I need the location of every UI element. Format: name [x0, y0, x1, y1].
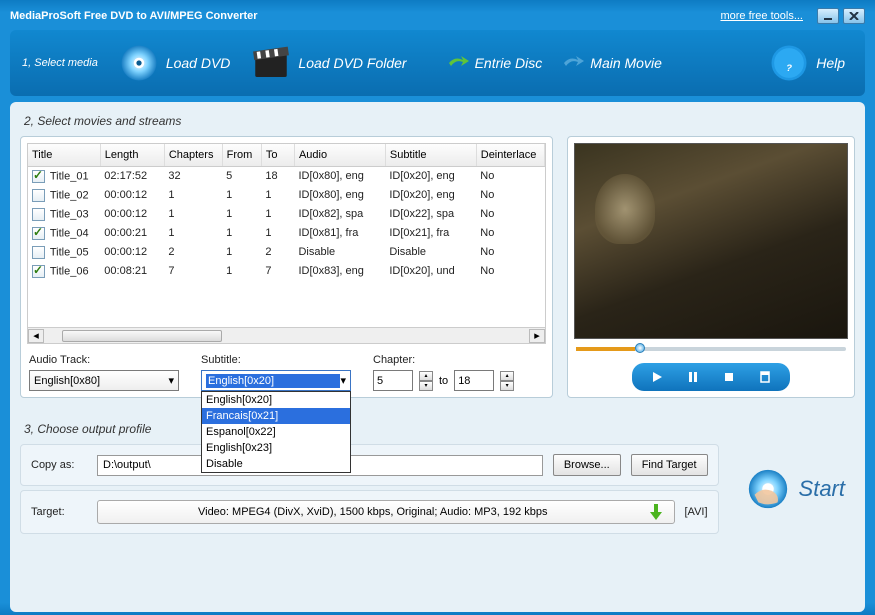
row-checkbox[interactable] [32, 170, 45, 183]
arrow-right-icon [447, 54, 469, 72]
find-target-button[interactable]: Find Target [631, 454, 708, 476]
video-preview[interactable] [574, 143, 848, 339]
table-row[interactable]: Title_0102:17:5232518ID[0x80], engID[0x2… [28, 166, 545, 186]
playback-slider[interactable] [576, 347, 846, 351]
snapshot-button[interactable] [754, 368, 776, 386]
row-checkbox[interactable] [32, 227, 45, 240]
titles-table: TitleLengthChaptersFromToAudioSubtitleDe… [28, 144, 545, 281]
disc-icon [118, 42, 160, 84]
to-label: to [439, 375, 448, 387]
help-icon: ? [768, 42, 810, 84]
app-title: MediaProSoft Free DVD to AVI/MPEG Conver… [10, 10, 258, 22]
subtitle-label: Subtitle: [201, 354, 351, 366]
subtitle-dropdown-list[interactable]: English[0x20]Francais[0x21]Espanol[0x22]… [201, 391, 351, 473]
column-header[interactable]: To [261, 144, 294, 166]
container-label: [AVI] [685, 506, 708, 518]
dropdown-option[interactable]: English[0x23] [202, 440, 350, 456]
spin-down-icon[interactable]: ▾ [419, 381, 433, 391]
column-header[interactable]: Audio [294, 144, 385, 166]
target-profile-combo[interactable]: Video: MPEG4 (DivX, XviD), 1500 kbps, Or… [97, 500, 675, 524]
toolbar: 1, Select media Load DVD Load DVD Folder… [10, 30, 865, 96]
table-row[interactable]: Title_0400:00:21111ID[0x81], fraID[0x21]… [28, 224, 545, 243]
pause-button[interactable] [682, 368, 704, 386]
spin-up-icon[interactable]: ▴ [500, 371, 514, 381]
stream-controls: Audio Track: English[0x80] ▾ Subtitle: E… [27, 354, 546, 391]
preview-panel [567, 136, 855, 398]
play-button[interactable] [646, 368, 668, 386]
browse-button[interactable]: Browse... [553, 454, 621, 476]
entire-disc-button[interactable]: Entrie Disc [439, 54, 551, 72]
disc-hand-icon [745, 466, 791, 512]
chevron-down-icon: ▾ [168, 374, 174, 387]
chevron-down-icon: ▾ [340, 374, 346, 387]
player-controls [632, 363, 790, 391]
svg-text:?: ? [786, 63, 792, 74]
table-row[interactable]: Title_0600:08:21717ID[0x83], engID[0x20]… [28, 262, 545, 281]
horizontal-scrollbar[interactable]: ◂ ▸ [28, 327, 545, 343]
audio-track-combo[interactable]: English[0x80] ▾ [29, 370, 179, 391]
column-header[interactable]: From [222, 144, 261, 166]
row-checkbox[interactable] [32, 246, 45, 259]
main-movie-button[interactable]: Main Movie [554, 54, 670, 72]
column-header[interactable]: Chapters [164, 144, 222, 166]
row-checkbox[interactable] [32, 189, 45, 202]
titlebar: MediaProSoft Free DVD to AVI/MPEG Conver… [4, 4, 871, 28]
chapter-from-input[interactable]: 5 [373, 370, 413, 391]
dropdown-option[interactable]: Disable [202, 456, 350, 472]
scroll-thumb[interactable] [62, 330, 222, 342]
spin-up-icon[interactable]: ▴ [419, 371, 433, 381]
column-header[interactable]: Subtitle [385, 144, 476, 166]
scroll-right-icon[interactable]: ▸ [529, 329, 545, 343]
audio-track-label: Audio Track: [29, 354, 179, 366]
arrow-right-icon [562, 54, 584, 72]
target-label: Target: [31, 506, 87, 518]
row-checkbox[interactable] [32, 265, 45, 278]
step-1-label: 1, Select media [22, 57, 98, 69]
dropdown-option[interactable]: Francais[0x21] [202, 408, 350, 424]
step-3-label: 3, Choose output profile [24, 422, 855, 436]
close-button[interactable] [843, 8, 865, 24]
column-header[interactable]: Length [100, 144, 164, 166]
minimize-button[interactable] [817, 8, 839, 24]
spin-down-icon[interactable]: ▾ [500, 381, 514, 391]
help-button[interactable]: ? Help [760, 42, 853, 84]
table-row[interactable]: Title_0200:00:12111ID[0x80], engID[0x20]… [28, 186, 545, 205]
load-dvd-button[interactable]: Load DVD [110, 42, 239, 84]
dropdown-option[interactable]: Espanol[0x22] [202, 424, 350, 440]
column-header[interactable]: Title [28, 144, 100, 166]
table-row[interactable]: Title_0500:00:12212DisableDisableNo [28, 243, 545, 262]
dropdown-option[interactable]: English[0x20] [202, 392, 350, 408]
more-tools-link[interactable]: more free tools... [720, 10, 803, 22]
subtitle-combo[interactable]: English[0x20] ▾ English[0x20]Francais[0x… [201, 370, 351, 391]
arrow-down-icon [648, 502, 664, 522]
start-button[interactable]: Start [735, 466, 855, 512]
row-checkbox[interactable] [32, 208, 45, 221]
stop-button[interactable] [718, 368, 740, 386]
titles-table-wrap: TitleLengthChaptersFromToAudioSubtitleDe… [27, 143, 546, 344]
chapter-to-input[interactable]: 18 [454, 370, 494, 391]
scroll-left-icon[interactable]: ◂ [28, 329, 44, 343]
step-2-label: 2, Select movies and streams [24, 114, 855, 128]
copy-as-label: Copy as: [31, 459, 87, 471]
column-header[interactable]: Deinterlace [476, 144, 544, 166]
clapboard-icon [250, 42, 292, 84]
chapter-label: Chapter: [373, 354, 514, 366]
titles-panel: TitleLengthChaptersFromToAudioSubtitleDe… [20, 136, 553, 398]
table-row[interactable]: Title_0300:00:12111ID[0x82], spaID[0x22]… [28, 205, 545, 224]
slider-knob[interactable] [635, 343, 645, 353]
load-dvd-folder-button[interactable]: Load DVD Folder [242, 42, 414, 84]
